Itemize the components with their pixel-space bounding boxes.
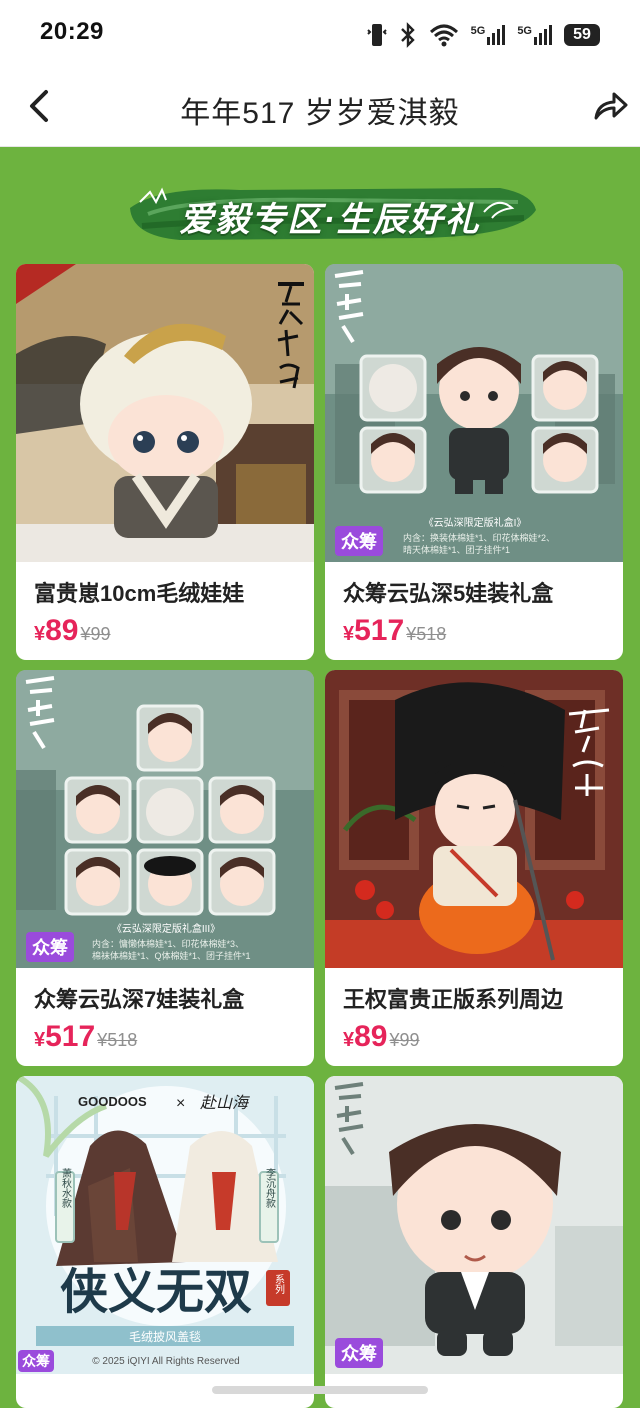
- product-name: 王权富贵正版系列周边: [343, 987, 564, 1012]
- product-name: 众筹云弘深5娃装礼盒: [343, 581, 554, 606]
- network-label: 5G: [470, 25, 486, 37]
- crowdfunding-badge: 众筹: [335, 1338, 383, 1368]
- right-tag: 李沉舟款: [264, 1167, 276, 1209]
- currency-symbol: ¥: [34, 623, 46, 645]
- currency-symbol: ¥: [34, 1029, 46, 1051]
- collab-x: ×: [176, 1095, 185, 1112]
- original-price: ¥518: [97, 1030, 138, 1050]
- product-card-1[interactable]: 富贵崽10cm毛绒娃娃 ¥89 ¥99: [16, 264, 314, 660]
- left-tag: 萧秋水款: [60, 1168, 72, 1209]
- product-card-6[interactable]: 众筹: [325, 1076, 623, 1408]
- wifi-icon: [429, 24, 458, 47]
- nav-bar: 年年517 岁岁爱淇毅: [0, 68, 640, 147]
- price: ¥517 ¥518: [34, 1020, 137, 1054]
- banner-title: 爱毅专区·生辰好礼: [179, 201, 481, 239]
- original-price: ¥518: [406, 624, 447, 644]
- series-tag: 系列: [273, 1274, 285, 1295]
- box-caption: 《云弘深限定版礼盒III》: [112, 922, 220, 935]
- network-label: 5G: [517, 25, 532, 37]
- product-image-4: [325, 670, 623, 968]
- product-image-6: [325, 1076, 623, 1374]
- price: ¥517 ¥518: [343, 614, 446, 648]
- home-indicator[interactable]: [212, 1386, 428, 1394]
- product-image-2: 《云弘深限定版礼盒I》 内含：换装体棉娃*1、印花体棉娃*2、 晴天体棉娃*1、…: [325, 264, 623, 562]
- product-card-4[interactable]: 王权富贵正版系列周边 ¥89 ¥99: [325, 670, 623, 1066]
- price: ¥89 ¥99: [34, 614, 111, 648]
- battery-icon: 59: [564, 24, 600, 46]
- crowdfunding-badge: 众筹: [18, 1350, 54, 1372]
- product-strip: 毛绒披风盖毯: [129, 1330, 201, 1344]
- box-contents-1: 内含：换装体棉娃*1、印花体棉娃*2、: [403, 532, 555, 543]
- collab-logo: 赴山海: [200, 1094, 250, 1112]
- status-bar: 20:29 5G 5G 59: [0, 0, 640, 68]
- current-price: 517: [354, 614, 405, 647]
- product-card-3[interactable]: 《云弘深限定版礼盒III》 内含：慵懒体棉娃*1、印花体棉娃*3、 棉袜体棉娃*…: [16, 670, 314, 1066]
- product-card-5[interactable]: GOODOOS × 赴山海 萧秋水款 李沉舟款 侠义无双 系列 毛绒披风盖毯 ©…: [16, 1076, 314, 1408]
- product-card-2[interactable]: 《云弘深限定版礼盒I》 内含：换装体棉娃*1、印花体棉娃*2、 晴天体棉娃*1、…: [325, 264, 623, 660]
- crowdfunding-badge: 众筹: [26, 932, 74, 962]
- signal-5g-icon-1: 5G: [471, 25, 506, 45]
- signal-5g-icon-2: 5G: [517, 25, 552, 45]
- box-caption: 《云弘深限定版礼盒I》: [424, 516, 527, 529]
- box-contents-2: 晴天体棉娃*1、团子挂件*1: [403, 544, 510, 555]
- section-banner: 爱毅专区·生辰好礼: [120, 178, 540, 248]
- original-price: ¥99: [389, 1030, 420, 1050]
- copyright: © 2025 iQIYI All Rights Reserved: [92, 1356, 239, 1367]
- current-price: 517: [45, 1020, 96, 1053]
- product-image-5: GOODOOS × 赴山海 萧秋水款 李沉舟款 侠义无双 系列 毛绒披风盖毯 ©…: [16, 1076, 314, 1374]
- original-price: ¥99: [80, 624, 111, 644]
- price: ¥89 ¥99: [343, 1020, 420, 1054]
- product-image-1: [16, 264, 314, 562]
- share-icon[interactable]: [590, 88, 630, 124]
- current-price: 89: [354, 1020, 388, 1053]
- brand-logo: GOODOOS: [78, 1094, 147, 1109]
- current-price: 89: [45, 614, 79, 647]
- product-name: 富贵崽10cm毛绒娃娃: [34, 581, 245, 606]
- product-image-3: 《云弘深限定版礼盒III》 内含：慵懒体棉娃*1、印花体棉娃*3、 棉袜体棉娃*…: [16, 670, 314, 968]
- crowdfunding-badge: 众筹: [335, 526, 383, 556]
- status-icons: 5G 5G 59: [366, 20, 600, 50]
- currency-symbol: ¥: [343, 623, 355, 645]
- bluetooth-icon: [400, 22, 415, 48]
- currency-symbol: ¥: [343, 1029, 355, 1051]
- big-title: 侠义无双: [60, 1266, 252, 1319]
- box-contents-2: 棉袜体棉娃*1、Q体棉娃*1、团子挂件*1: [92, 950, 251, 961]
- vibrate-icon: [366, 24, 387, 46]
- product-name: 众筹云弘深7娃装礼盒: [34, 987, 245, 1012]
- box-contents-1: 内含：慵懒体棉娃*1、印花体棉娃*3、: [92, 938, 244, 949]
- status-time: 20:29: [40, 18, 104, 45]
- page-title: 年年517 岁岁爱淇毅: [180, 97, 460, 130]
